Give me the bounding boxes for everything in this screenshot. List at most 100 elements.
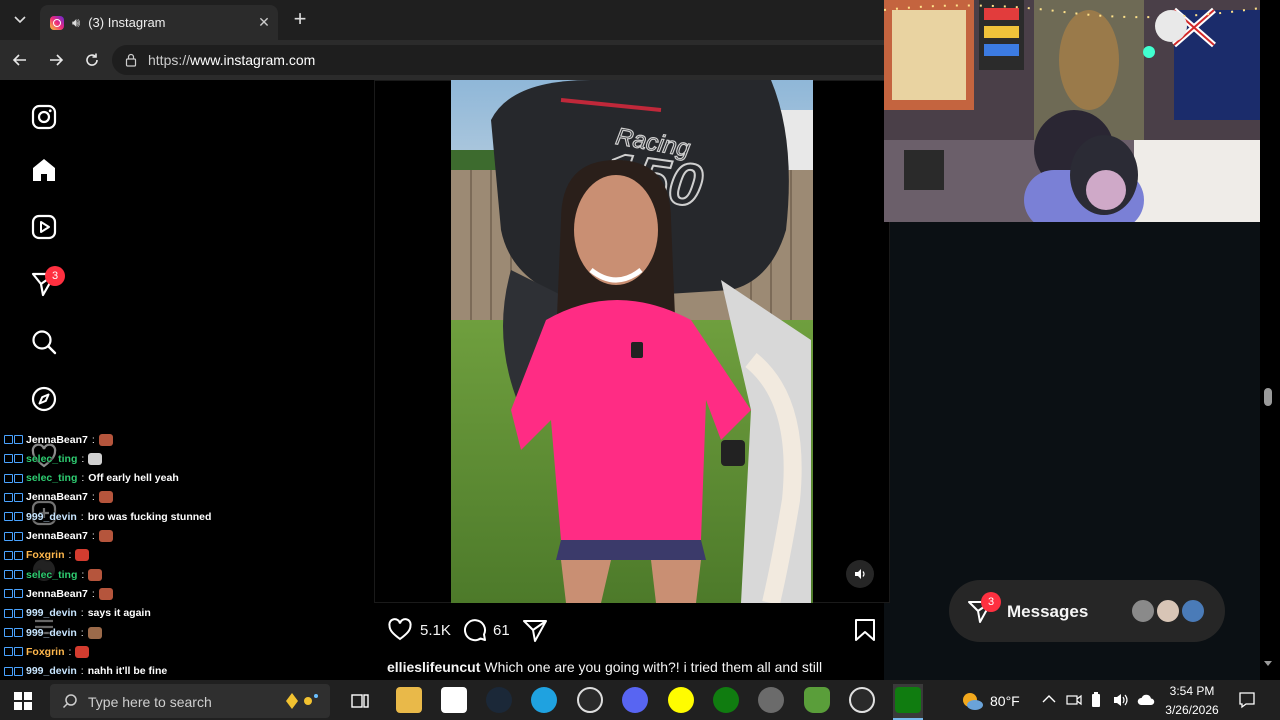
page-scrollbar[interactable] [1262,222,1274,676]
recording-app-icon[interactable] [849,687,875,713]
like-count: 5.1K [420,622,451,639]
comment-count: 61 [493,622,510,639]
avatar [1180,598,1206,624]
chat-username[interactable]: selec_ting [26,453,77,465]
instagram-favicon-icon [50,15,64,30]
comment-bubble-icon[interactable] [462,617,488,643]
chat-message: selec_ting: [4,449,103,468]
reel-video[interactable]: 150 Racing [451,80,813,603]
chat-username[interactable]: 999_devin [26,665,77,677]
chat-message: 999_devin: nahh it'll be fine [4,662,167,681]
back-arrow-icon[interactable] [8,48,32,72]
chat-message: 999_devin: [4,623,102,642]
chat-badge-icon [4,570,23,580]
discord-icon[interactable] [622,687,648,713]
chat-username[interactable]: 999_devin [26,511,77,523]
chat-separator: : [80,607,84,620]
app-icon[interactable] [758,687,784,713]
chat-badge-icon [4,512,23,522]
obs-icon[interactable] [577,687,603,713]
chat-username[interactable]: 999_devin [26,627,77,639]
chat-username[interactable]: Foxgrin [26,646,65,658]
new-tab-plus-icon[interactable]: + [288,8,312,32]
browser-tab-bar: 🔊︎ (3) Instagram ✕ + [0,0,884,40]
messages-unread-badge: 3 [981,592,1001,612]
chat-username[interactable]: 999_devin [26,607,77,619]
scroll-down-arrow-icon[interactable] [1263,660,1273,668]
chat-badge-icon [4,608,23,618]
clock-date[interactable]: 3/26/2026 [1158,703,1226,717]
close-tab-icon[interactable]: ✕ [250,14,278,31]
chat-separator: : [80,665,84,678]
chat-username[interactable]: JennaBean7 [26,530,88,542]
chat-badge-icon [4,589,23,599]
volume-speaker-icon[interactable] [1112,692,1130,708]
explore-compass-icon[interactable] [30,385,58,413]
tray-overflow-chevron-icon[interactable] [1042,694,1056,704]
chat-username[interactable]: selec_ting [26,472,77,484]
chat-username[interactable]: Foxgrin [26,549,65,561]
audio-toggle-button[interactable] [846,560,874,588]
snapchat-icon[interactable] [668,687,694,713]
meet-now-icon[interactable] [1066,692,1082,708]
address-bar[interactable]: https://www.instagram.com [112,45,884,75]
reels-icon[interactable] [30,213,58,241]
chat-separator: : [91,587,95,600]
chat-message: 999_devin: bro was fucking stunned [4,507,211,526]
chat-separator: : [91,530,95,542]
reload-icon[interactable] [80,48,104,72]
chat-emote-icon [75,645,90,658]
chat-username[interactable]: JennaBean7 [26,588,88,600]
chat-separator: : [81,568,85,581]
chat-emote-icon [87,626,102,639]
xbox-icon[interactable] [713,687,739,713]
chat-separator: : [68,549,72,562]
chat-message: selec_ting: Off early hell yeah [4,469,179,488]
scrollbar-thumb[interactable] [1264,388,1272,406]
home-icon[interactable] [30,156,58,184]
chat-username[interactable]: selec_ting [26,569,77,581]
chat-badge-icon [4,550,23,560]
chat-separator: : [81,472,85,485]
steam-icon[interactable] [486,687,512,713]
windows-start-icon[interactable] [14,692,32,710]
onedrive-cloud-icon[interactable] [1137,693,1155,707]
webcam-overlay [884,0,1260,222]
chat-message-text: Off early hell yeah [88,472,179,485]
taskbar-search-icon [62,694,77,709]
chat-emote-icon [88,452,103,465]
chat-message-text: bro was fucking stunned [87,510,212,523]
chat-username[interactable]: JennaBean7 [26,434,88,446]
chat-badge-icon [4,454,23,464]
chat-separator: : [68,645,72,658]
audio-playing-icon[interactable]: 🔊︎ [72,15,80,31]
forward-arrow-icon[interactable] [44,48,68,72]
avatar [1155,598,1181,624]
video-frame-illustration: 150 Racing [451,80,813,603]
post-username[interactable]: ellieslifeuncut [387,659,480,675]
webcam-feed-illustration [884,0,1260,222]
xbox-app-icon[interactable] [895,687,921,713]
share-send-icon[interactable] [522,617,548,643]
save-bookmark-icon[interactable] [852,617,878,643]
url-text: https://www.instagram.com [148,52,316,68]
chat-username[interactable]: JennaBean7 [26,491,88,503]
search-icon[interactable] [30,328,58,356]
task-view-icon[interactable] [350,691,370,711]
edge-browser-icon[interactable] [531,687,557,713]
chat-emote-icon [75,549,90,562]
direct-unread-badge: 3 [45,266,65,286]
tab-list-chevron-icon[interactable] [8,8,32,32]
weather-temperature[interactable]: 80°F [990,693,1020,709]
battery-icon[interactable] [1090,692,1102,708]
chat-emote-icon [98,530,113,542]
microsoft-store-icon[interactable] [441,687,467,713]
file-explorer-icon[interactable] [396,687,422,713]
chess-app-icon[interactable] [804,687,830,713]
tab-instagram[interactable]: 🔊︎ (3) Instagram ✕ [40,5,278,40]
notifications-action-center-icon[interactable] [1238,691,1256,709]
clock-time[interactable]: 3:54 PM [1162,684,1222,698]
chat-emote-icon [98,433,113,446]
instagram-logo-icon[interactable] [30,103,58,131]
weather-sun-cloud-icon[interactable] [960,690,984,712]
